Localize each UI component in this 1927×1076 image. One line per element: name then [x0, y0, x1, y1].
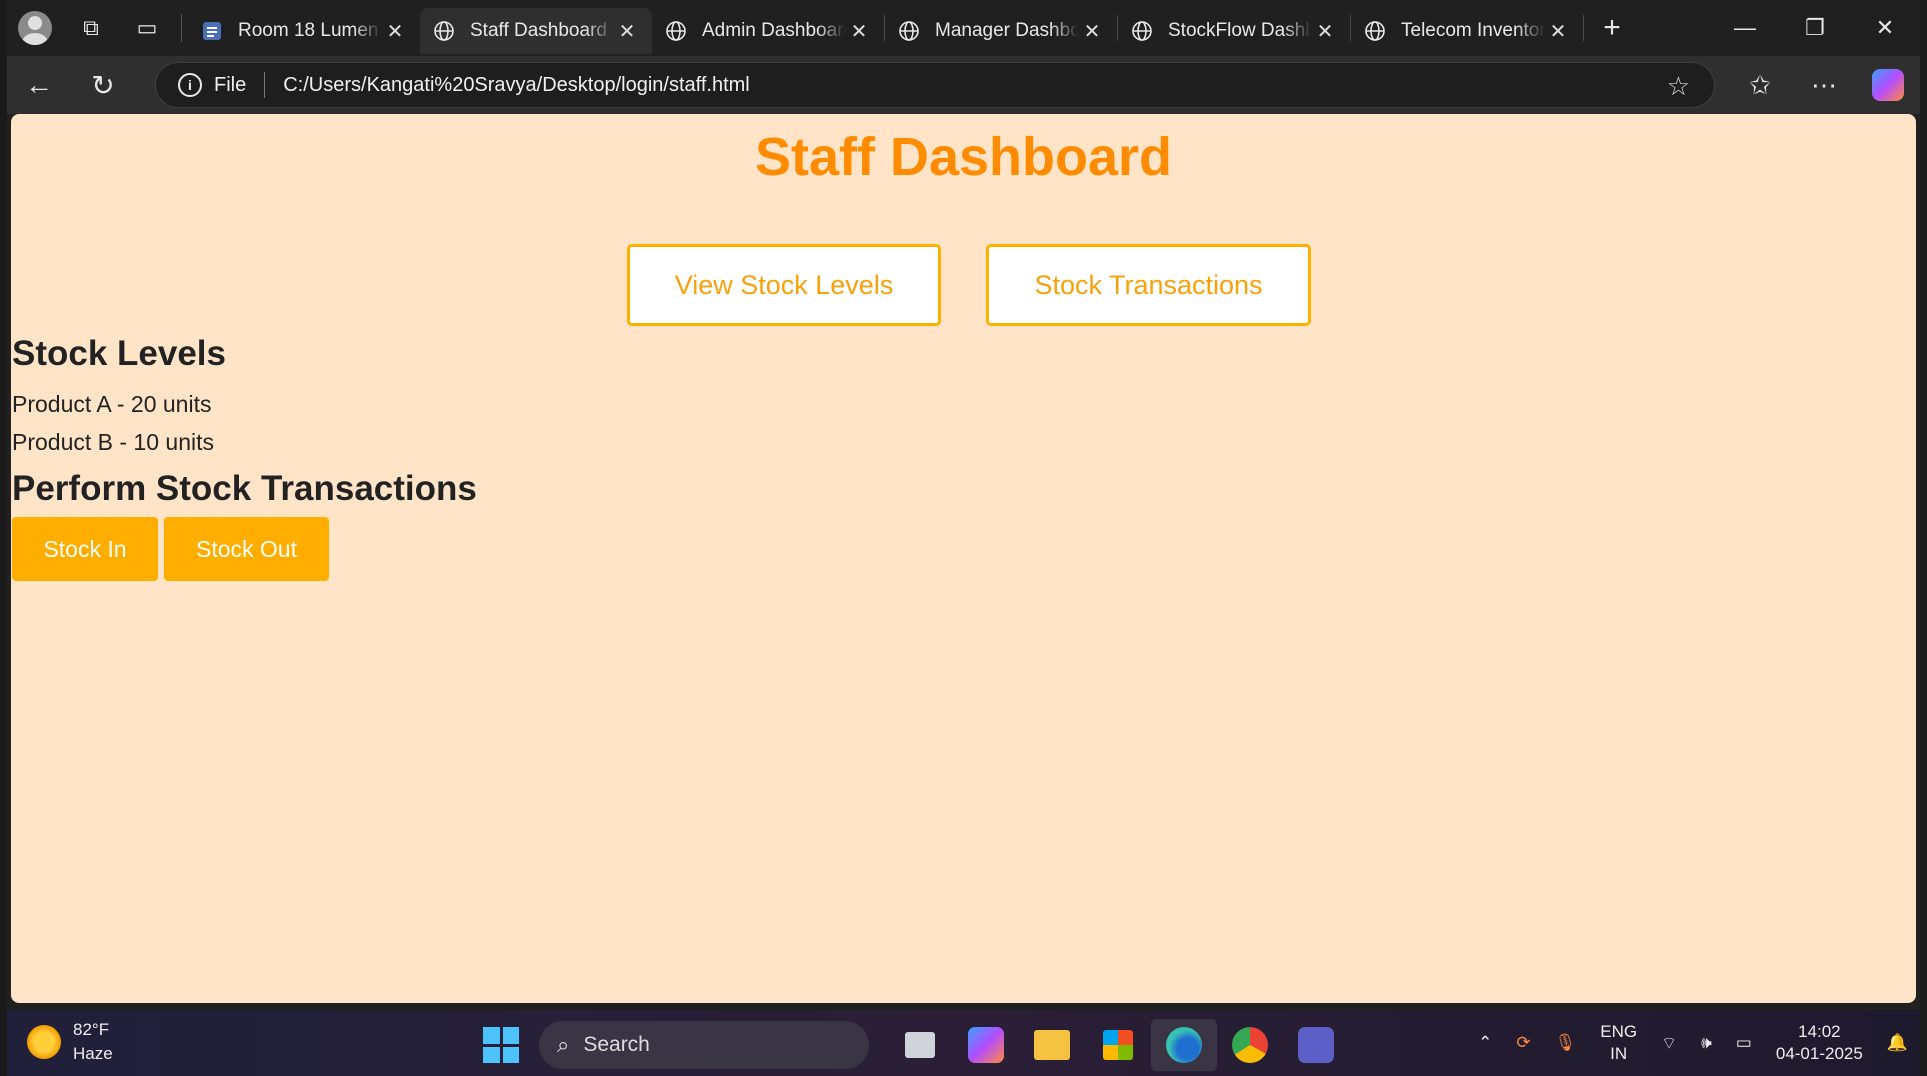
vertical-tabs-icon[interactable]: ▭ — [119, 0, 175, 56]
tab-admin-dashboard[interactable]: Admin Dashboard ✕ — [652, 8, 884, 54]
tab-label: Room 18 Lumen I — [238, 20, 382, 41]
windows-start-icon[interactable] — [483, 1027, 519, 1063]
microsoft-store-icon[interactable] — [1085, 1019, 1151, 1071]
workspaces-icon[interactable]: ⧉ — [63, 0, 119, 56]
tab-staff-dashboard[interactable]: Staff Dashboard ✕ — [420, 8, 652, 54]
battery-icon[interactable]: ▭ — [1736, 1033, 1752, 1053]
weather-temp: 82°F — [73, 1020, 110, 1039]
language-region: IN — [1610, 1044, 1628, 1063]
toolbar-right: ✩ ⋯ — [1728, 56, 1920, 114]
star-icon[interactable]: ☆ — [1667, 71, 1690, 102]
favorites-icon[interactable]: ✩ — [1728, 70, 1792, 101]
navigation-bar: ← ↻ i File C:/Users/Kangati%20Sravya/Des… — [7, 56, 1920, 114]
window-controls: — ❐ ✕ — [1710, 0, 1920, 56]
weather-widget[interactable]: 82°F Haze — [27, 1018, 113, 1066]
back-arrow-icon[interactable]: ← — [7, 56, 71, 114]
close-icon[interactable]: ✕ — [1079, 19, 1105, 44]
stock-out-button[interactable]: Stock Out — [164, 517, 329, 581]
taskbar-search[interactable]: ⌕ Search — [539, 1021, 869, 1069]
divider — [264, 72, 266, 98]
scheme-label: File — [214, 73, 247, 96]
stock-levels-heading: Stock Levels — [12, 334, 226, 373]
doc-icon — [200, 19, 224, 43]
address-bar[interactable]: i File C:/Users/Kangati%20Sravya/Desktop… — [155, 62, 1715, 108]
clock-time: 14:02 — [1798, 1022, 1841, 1041]
globe-icon — [664, 19, 688, 43]
tab-stockflow-dashboard[interactable]: StockFlow Dashboard ✕ — [1118, 8, 1350, 54]
tab-label: Staff Dashboard — [470, 20, 607, 41]
language-indicator[interactable]: ENG IN — [1600, 1021, 1637, 1065]
edge-browser-icon[interactable] — [1151, 1019, 1217, 1071]
tab-label: StockFlow Dashboard — [1168, 20, 1312, 41]
copilot-icon[interactable] — [1872, 69, 1904, 101]
tab-label: Admin Dashboard — [702, 20, 846, 41]
tab-label: Telecom Inventory — [1401, 20, 1545, 41]
close-window-icon[interactable]: ✕ — [1850, 0, 1920, 56]
notification-bell-icon[interactable]: 🔔 — [1887, 1033, 1908, 1053]
taskbar: 82°F Haze ⌕ Search ⌃ ⟳ 🎙 ENG IN ⌔ 🕪 ▭ 14… — [7, 1010, 1920, 1076]
copilot-app-icon[interactable] — [953, 1019, 1019, 1071]
taskbar-apps: ⌕ Search — [483, 1019, 1349, 1071]
tab-telecom-inventory[interactable]: Telecom Inventory ✕ — [1351, 8, 1583, 54]
refresh-icon[interactable]: ↻ — [71, 56, 135, 114]
system-tray: ⌃ ⟳ 🎙 ENG IN ⌔ 🕪 ▭ 14:02 04-01-2025 🔔 — [1466, 1010, 1920, 1076]
stock-in-button[interactable]: Stock In — [12, 517, 158, 581]
close-icon[interactable]: ✕ — [614, 19, 640, 44]
chrome-icon[interactable] — [1217, 1019, 1283, 1071]
close-icon[interactable]: ✕ — [1312, 19, 1338, 44]
wifi-icon[interactable]: ⌔ — [1661, 1033, 1677, 1054]
chevron-up-icon[interactable]: ⌃ — [1478, 1033, 1492, 1053]
clock[interactable]: 14:02 04-01-2025 — [1776, 1021, 1863, 1065]
clock-date: 04-01-2025 — [1775, 1044, 1863, 1063]
page-viewport: Staff Dashboard View Stock Levels Stock … — [11, 114, 1916, 1003]
info-icon[interactable]: i — [178, 73, 202, 97]
tab-label: Manager Dashboard — [935, 20, 1079, 41]
more-icon[interactable]: ⋯ — [1792, 70, 1856, 101]
new-tab-button[interactable]: + — [1584, 11, 1640, 45]
profile-button[interactable] — [7, 0, 63, 56]
tab-manager-dashboard[interactable]: Manager Dashboard ✕ — [885, 8, 1117, 54]
globe-icon — [897, 19, 921, 43]
task-view-icon[interactable] — [887, 1019, 953, 1071]
close-icon[interactable]: ✕ — [382, 19, 408, 44]
sync-icon[interactable]: ⟳ — [1516, 1033, 1530, 1053]
file-explorer-icon[interactable] — [1019, 1019, 1085, 1071]
browser-window: ⧉ ▭ Room 18 Lumen I ✕ Staff Dashboard ✕ … — [7, 0, 1920, 1010]
search-label: Search — [583, 1033, 650, 1056]
close-icon[interactable]: ✕ — [846, 19, 872, 44]
globe-icon — [1130, 19, 1154, 43]
globe-icon — [1363, 19, 1387, 43]
stock-item: Product B - 10 units — [12, 429, 214, 455]
view-stock-levels-button[interactable]: View Stock Levels — [627, 244, 941, 326]
sun-icon — [27, 1025, 61, 1059]
close-icon[interactable]: ✕ — [1545, 19, 1571, 44]
language-code: ENG — [1600, 1022, 1638, 1041]
search-icon: ⌕ — [557, 1032, 570, 1057]
minimize-icon[interactable]: — — [1710, 0, 1780, 56]
url-text[interactable]: C:/Users/Kangati%20Sravya/Desktop/login/… — [283, 74, 750, 97]
teams-icon[interactable] — [1283, 1019, 1349, 1071]
volume-icon[interactable]: 🕪 — [1701, 1033, 1712, 1053]
globe-icon — [432, 19, 456, 43]
tab-room-18[interactable]: Room 18 Lumen I ✕ — [188, 8, 420, 54]
avatar — [18, 11, 52, 45]
divider — [181, 14, 182, 42]
stock-transactions-button[interactable]: Stock Transactions — [986, 244, 1311, 326]
tab-strip: ⧉ ▭ Room 18 Lumen I ✕ Staff Dashboard ✕ … — [7, 0, 1920, 56]
transactions-heading: Perform Stock Transactions — [12, 469, 477, 508]
stock-item: Product A - 20 units — [12, 391, 212, 417]
restore-icon[interactable]: ❐ — [1780, 0, 1850, 56]
microphone-icon[interactable]: 🎙 — [1555, 1033, 1577, 1053]
weather-condition: Haze — [73, 1044, 113, 1063]
page-title: Staff Dashboard — [754, 127, 1173, 187]
